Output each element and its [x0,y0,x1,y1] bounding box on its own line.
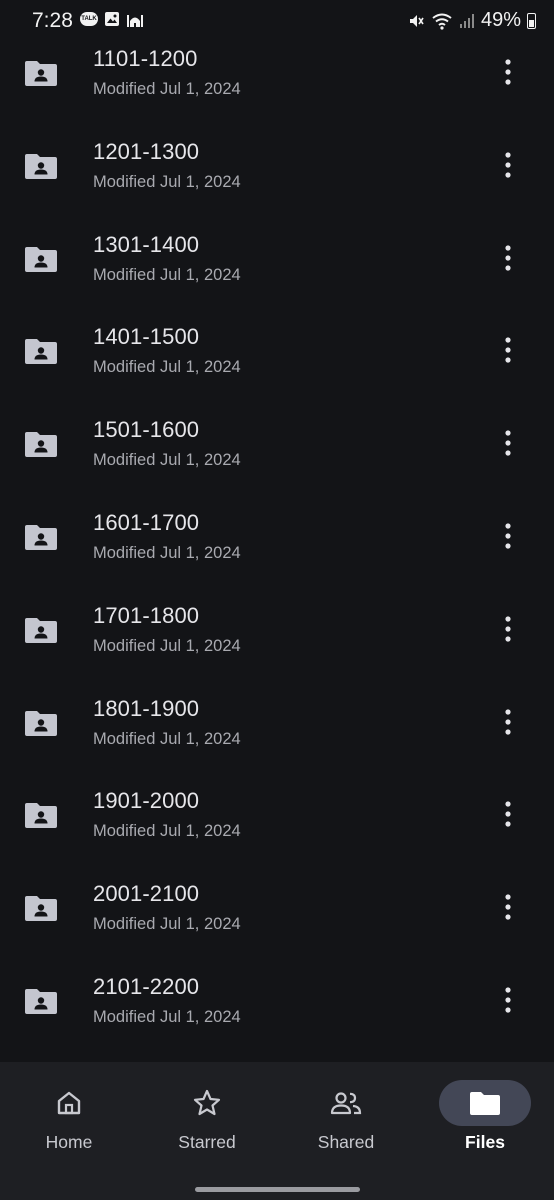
more-options-icon[interactable] [500,57,516,87]
nav-shared[interactable]: Shared [277,1062,415,1172]
file-row[interactable]: 2101-2200 Modified Jul 1, 2024 [0,954,554,1047]
more-options-icon[interactable] [500,707,516,737]
shared-folder-icon [25,896,57,922]
file-modified-date: Modified Jul 1, 2024 [93,915,241,934]
file-row[interactable]: 2001-2100 Modified Jul 1, 2024 [0,861,554,954]
file-modified-date: Modified Jul 1, 2024 [93,729,241,748]
talk-notification-icon: TALK [80,12,98,26]
file-modified-date: Modified Jul 1, 2024 [93,358,241,377]
more-options-icon[interactable] [500,985,516,1015]
file-name: 1401-1500 [93,324,200,350]
file-modified-date: Modified Jul 1, 2024 [93,636,241,655]
file-row[interactable]: 1901-2000 Modified Jul 1, 2024 [0,768,554,861]
more-options-icon[interactable] [500,892,516,922]
file-modified-date: Modified Jul 1, 2024 [93,543,241,562]
system-status-icons: 49% [407,9,536,32]
shared-folder-icon [25,61,57,86]
shared-folder-icon [25,710,57,736]
shared-folder-icon [25,617,57,643]
status-time: 7:28 [32,9,73,32]
mute-icon [409,14,424,27]
more-options-icon[interactable] [500,335,516,365]
gesture-navigation-bar[interactable] [195,1187,360,1192]
nav-home[interactable]: Home [0,1062,138,1172]
shared-folder-icon [25,153,57,179]
file-modified-date: Modified Jul 1, 2024 [93,1007,241,1026]
battery-percentage: 49% [480,9,521,31]
file-row[interactable]: 1501-1600 Modified Jul 1, 2024 [0,397,554,490]
status-bar: 7:28 TALK 49% [0,0,554,40]
more-options-icon[interactable] [500,521,516,551]
folder-icon [470,1092,500,1115]
nav-starred-pill [161,1080,253,1126]
file-name: 1801-1900 [93,695,200,721]
more-options-icon[interactable] [500,614,516,644]
more-options-icon[interactable] [500,150,516,180]
file-name: 1701-1800 [93,602,200,628]
star-icon [193,1089,221,1116]
file-row[interactable]: 1201-1300 Modified Jul 1, 2024 [0,119,554,212]
nav-files-label: Files [465,1132,505,1152]
home-icon [57,1091,81,1115]
nav-files-pill [439,1080,531,1126]
nav-shared-pill [300,1080,392,1126]
shared-folder-icon [25,432,57,458]
more-options-icon[interactable] [500,243,516,273]
file-name: 1101-1200 [93,46,198,71]
shared-folder-icon [25,524,57,550]
signal-icon [459,13,474,28]
file-row[interactable]: 1401-1500 Modified Jul 1, 2024 [0,304,554,397]
notification-icons: TALK [80,11,144,27]
battery-icon [527,12,536,29]
nav-shared-label: Shared [317,1132,375,1152]
file-name: 1501-1600 [93,417,200,443]
people-icon [330,1092,362,1115]
file-list: 1101-1200 Modified Jul 1, 2024 1201-1300… [0,26,554,1047]
more-options-icon[interactable] [500,428,516,458]
wifi-icon [432,13,452,30]
file-modified-date: Modified Jul 1, 2024 [93,265,241,284]
file-name: 1301-1400 [93,231,200,257]
nav-starred-label: Starred [178,1132,236,1152]
shared-folder-icon [25,803,57,829]
nav-home-pill [23,1080,115,1126]
file-row[interactable]: 1801-1900 Modified Jul 1, 2024 [0,676,554,769]
file-name: 1201-1300 [93,138,200,164]
file-name: 1601-1700 [93,509,200,535]
file-name: 2001-2100 [93,881,200,907]
nav-files[interactable]: Files [416,1062,554,1172]
file-modified-date: Modified Jul 1, 2024 [93,80,241,98]
bottom-navigation: Home Starred Shared Files [0,1062,554,1200]
nav-starred[interactable]: Starred [138,1062,276,1172]
file-row[interactable]: 1301-1400 Modified Jul 1, 2024 [0,212,554,305]
shared-folder-icon [25,339,57,365]
file-row[interactable]: 1701-1800 Modified Jul 1, 2024 [0,583,554,676]
file-modified-date: Modified Jul 1, 2024 [93,451,241,470]
shared-folder-icon [25,246,57,272]
gallery-notification-icon [105,12,119,26]
mosque-notification-icon [127,15,143,27]
file-modified-date: Modified Jul 1, 2024 [93,172,241,191]
nav-home-label: Home [45,1132,93,1152]
file-name: 2101-2200 [93,973,200,999]
file-name: 1901-2000 [93,788,200,814]
file-modified-date: Modified Jul 1, 2024 [93,822,241,841]
more-options-icon[interactable] [500,799,516,829]
file-row[interactable]: 1601-1700 Modified Jul 1, 2024 [0,490,554,583]
shared-folder-icon [25,988,57,1014]
